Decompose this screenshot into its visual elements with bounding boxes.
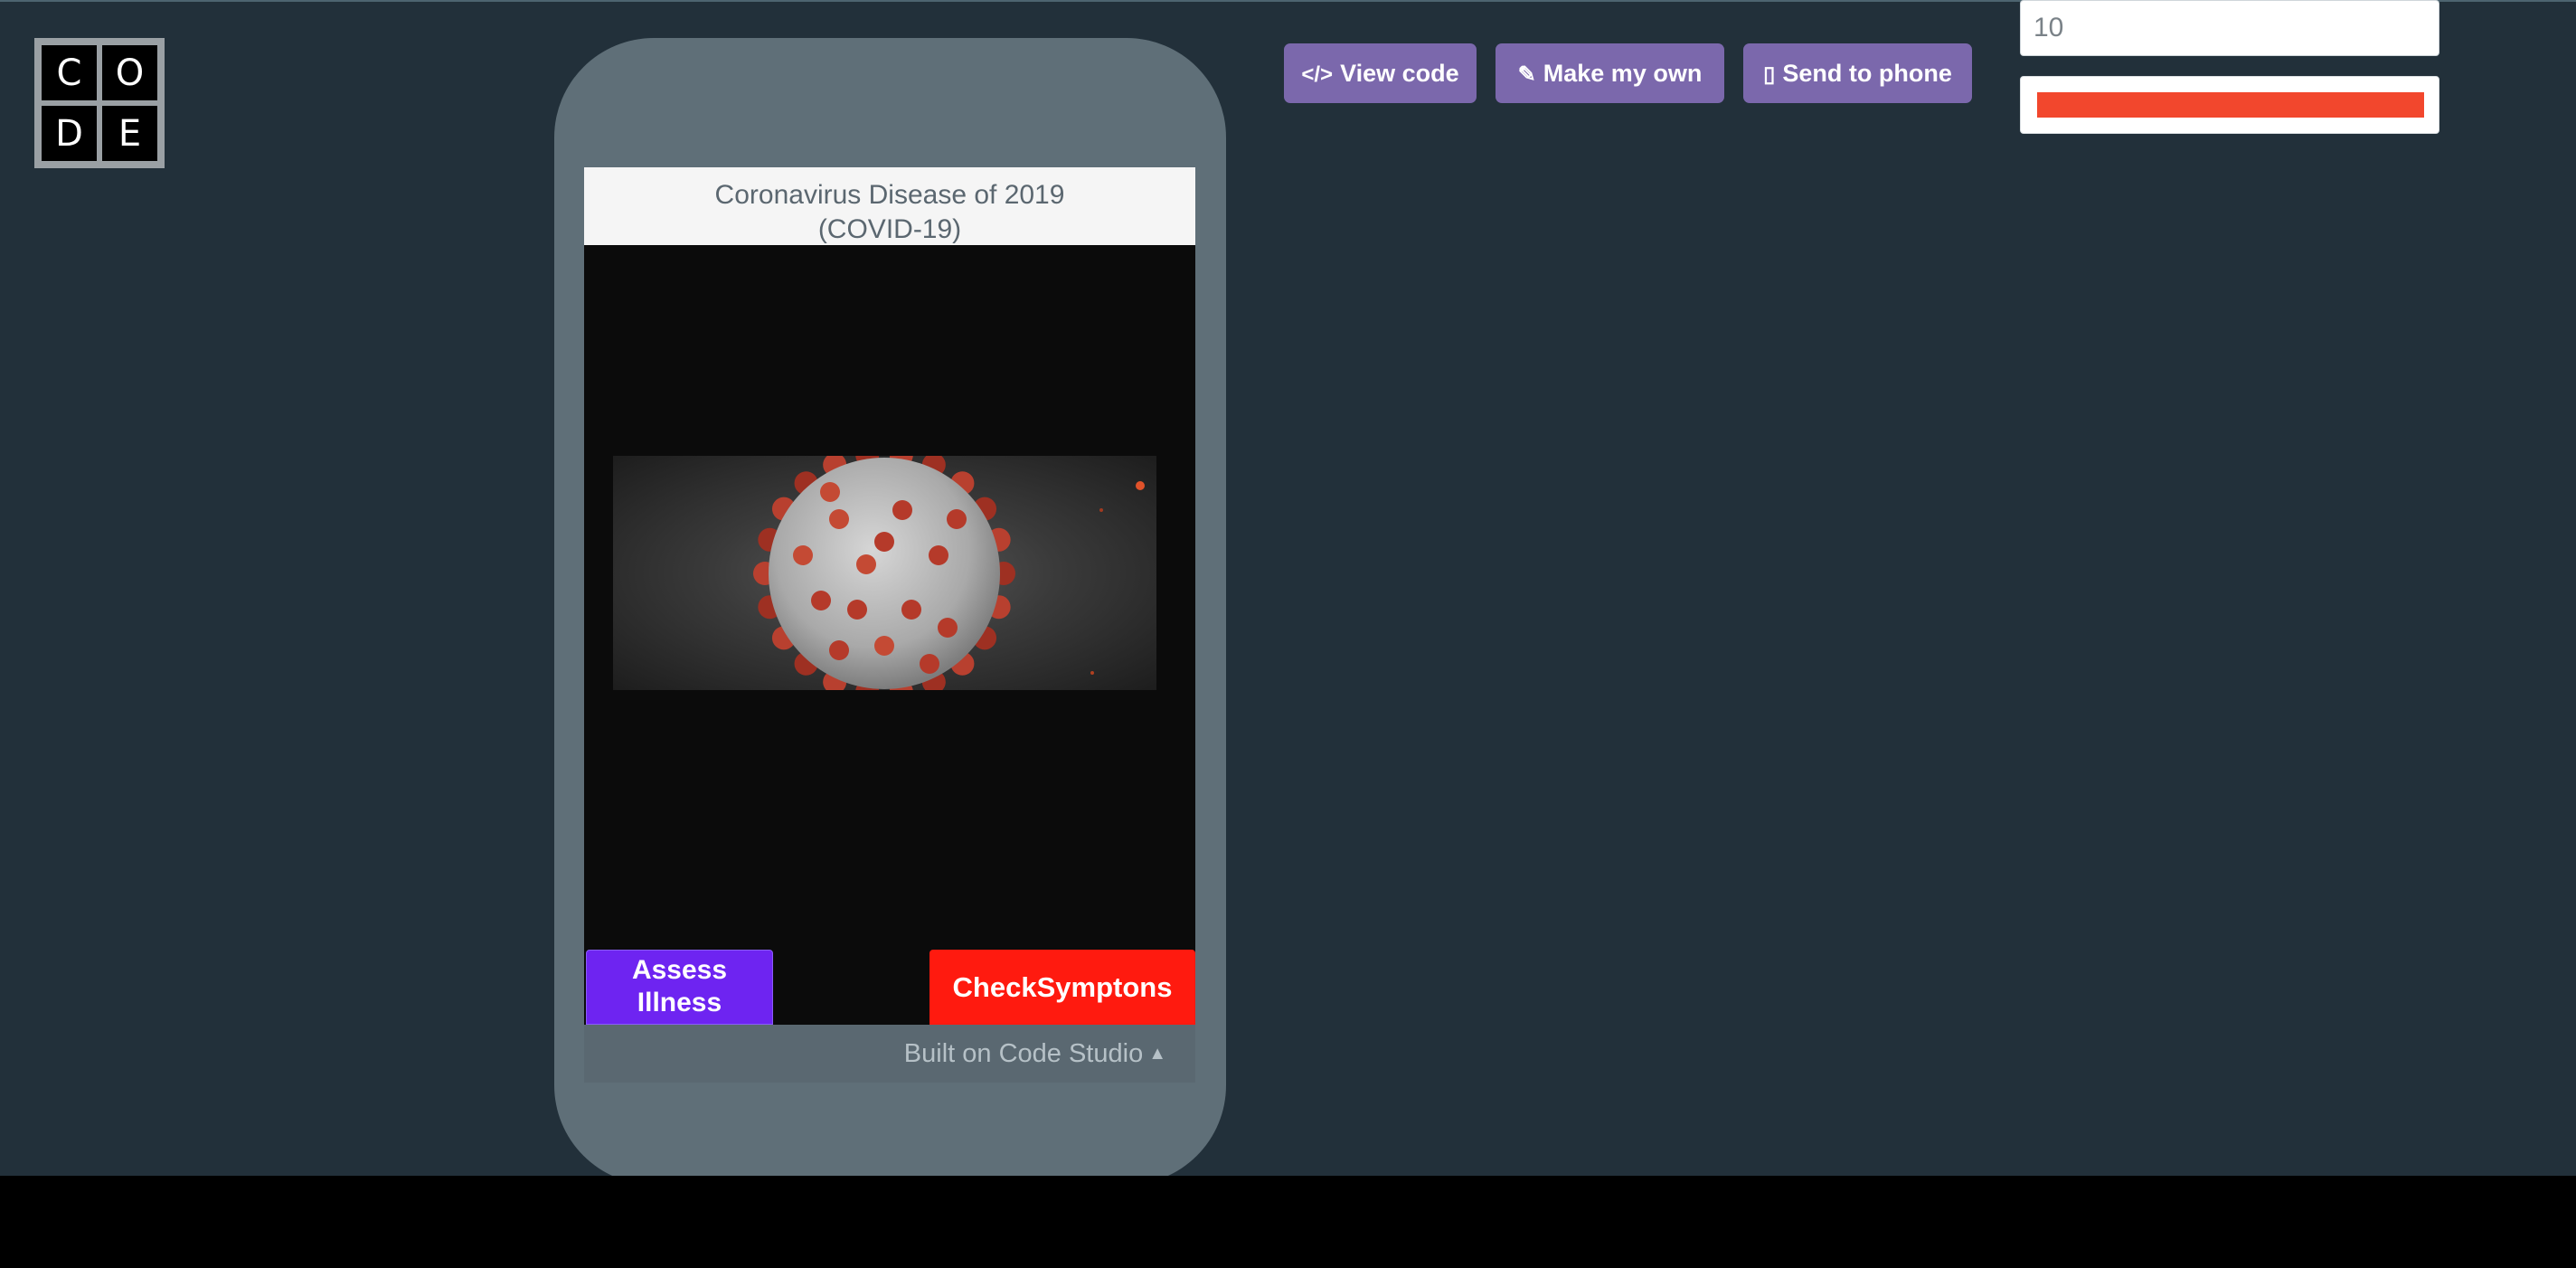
- assess-illness-button[interactable]: Assess Illness: [586, 950, 773, 1025]
- check-symptoms-button[interactable]: CheckSymptons: [929, 950, 1195, 1025]
- phone-icon: ▯: [1763, 62, 1776, 87]
- progress-track: [2037, 92, 2424, 118]
- send-to-phone-button[interactable]: ▯ Send to phone: [1743, 43, 1972, 103]
- logo-letter: C: [42, 45, 97, 100]
- virus-spike: [947, 509, 967, 529]
- virus-illustration: [753, 456, 1145, 690]
- particle: [1090, 671, 1094, 675]
- assess-label-line1: Assess: [631, 955, 728, 985]
- virus-spike: [829, 509, 849, 529]
- built-on-code-studio-link[interactable]: Built on Code Studio ▲: [584, 1025, 1195, 1083]
- view-code-label: View code: [1340, 60, 1459, 87]
- app-screen: Coronavirus Disease of 2019 (COVID-19) A…: [584, 167, 1195, 1083]
- built-on-label: Built on Code Studio: [903, 1039, 1144, 1068]
- coronavirus-image: [613, 456, 1156, 690]
- particle: [1099, 508, 1103, 512]
- virus-spike: [829, 640, 849, 660]
- virus-spike: [793, 545, 813, 565]
- virus-spike: [820, 482, 840, 502]
- logo-letter: O: [102, 45, 157, 100]
- virus-spike: [856, 554, 876, 574]
- assess-label-line2: Illness: [637, 988, 722, 1017]
- virus-spike: [847, 600, 867, 620]
- view-code-button[interactable]: </> View code: [1284, 43, 1477, 103]
- code-org-logo[interactable]: C O D E: [34, 38, 165, 168]
- logo-letter: E: [102, 106, 157, 161]
- virus-spike: [892, 500, 912, 520]
- progress-fill: [2037, 92, 2424, 118]
- virus-spike: [938, 618, 958, 638]
- make-my-own-label: Make my own: [1543, 60, 1703, 87]
- app-title-line1: Coronavirus Disease of 2019: [714, 180, 1065, 210]
- virus-spike: [811, 591, 831, 610]
- app-title-label: Coronavirus Disease of 2019 (COVID-19): [584, 167, 1195, 245]
- number-input[interactable]: [2020, 0, 2439, 56]
- virus-spike: [874, 532, 894, 552]
- caret-up-icon: ▲: [1148, 1044, 1166, 1064]
- virus-spike: [929, 545, 948, 565]
- virus-spike: [920, 654, 939, 674]
- virus-spike: [901, 600, 921, 620]
- make-my-own-button[interactable]: ✎ Make my own: [1496, 43, 1724, 103]
- logo-letter: D: [42, 106, 97, 161]
- send-to-phone-label: Send to phone: [1782, 60, 1952, 87]
- app-title-line2: (COVID-19): [817, 214, 962, 244]
- bottom-black-bar: [0, 1176, 2576, 1268]
- progress-bar: [2020, 76, 2439, 134]
- code-icon: </>: [1301, 62, 1334, 87]
- particle: [1136, 481, 1145, 490]
- edit-icon: ✎: [1517, 62, 1536, 87]
- virus-spike: [874, 636, 894, 656]
